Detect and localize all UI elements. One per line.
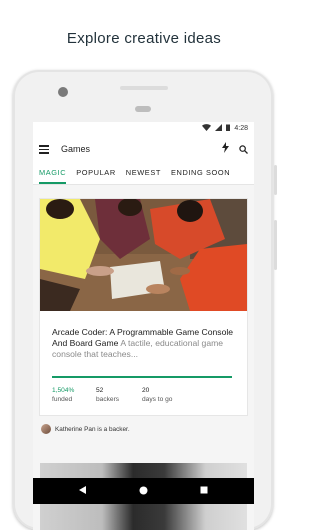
- tab-newest[interactable]: NEWEST: [126, 168, 161, 184]
- headline: Explore creative ideas: [66, 30, 222, 47]
- power-button: [274, 220, 277, 270]
- sensor: [135, 106, 151, 112]
- volume-button: [274, 165, 277, 195]
- app-bar: Games: [33, 134, 254, 164]
- backers-value: 52: [96, 387, 104, 394]
- funded-value: 1,504%: [52, 387, 75, 394]
- project-title[interactable]: Arcade Coder: A Programmable Game Consol…: [52, 327, 237, 360]
- backers-label: backers: [96, 396, 120, 403]
- search-icon[interactable]: [239, 144, 248, 154]
- wifi-icon: [202, 123, 212, 133]
- home-icon[interactable]: [139, 486, 148, 497]
- nav-bar: [33, 478, 254, 504]
- screen: 4:28 Games MAGIC POPULAR NEWEST ENDING S…: [33, 122, 254, 530]
- signal-icon: [215, 123, 223, 133]
- project-image: [40, 199, 247, 311]
- menu-icon[interactable]: [39, 145, 49, 154]
- recents-icon[interactable]: [200, 486, 208, 496]
- phone-frame: 4:28 Games MAGIC POPULAR NEWEST ENDING S…: [13, 70, 277, 530]
- lightning-bolt-icon[interactable]: [222, 142, 229, 156]
- earpiece: [120, 86, 168, 90]
- stat-funded: 1,504% funded: [52, 386, 96, 404]
- avatar: [41, 424, 51, 434]
- days-label: days to go: [142, 396, 173, 403]
- status-bar: 4:28: [33, 122, 254, 134]
- backer-note[interactable]: Katherine Pan is a backer.: [41, 424, 130, 434]
- back-icon[interactable]: [79, 486, 87, 496]
- funded-label: funded: [52, 396, 73, 403]
- stat-backers: 52 backers: [96, 386, 142, 404]
- stat-days: 20 days to go: [142, 386, 172, 404]
- tab-popular[interactable]: POPULAR: [76, 168, 116, 184]
- project-stats: 1,504% funded 52 backers 20 days to go: [52, 386, 172, 404]
- battery-icon: [226, 124, 231, 133]
- project-card[interactable]: Arcade Coder: A Programmable Game Consol…: [40, 199, 247, 415]
- days-value: 20: [142, 387, 150, 394]
- backer-text: Katherine Pan is a backer.: [55, 425, 130, 433]
- tab-ending-soon[interactable]: ENDING SOON: [171, 168, 230, 184]
- tab-magic[interactable]: MAGIC: [39, 168, 67, 184]
- app-title: Games: [61, 144, 91, 154]
- funding-progress-bar: [52, 376, 232, 378]
- category-tabs: MAGIC POPULAR NEWEST ENDING SOON: [33, 164, 254, 185]
- camera: [58, 87, 68, 97]
- status-time: 4:28: [234, 124, 248, 132]
